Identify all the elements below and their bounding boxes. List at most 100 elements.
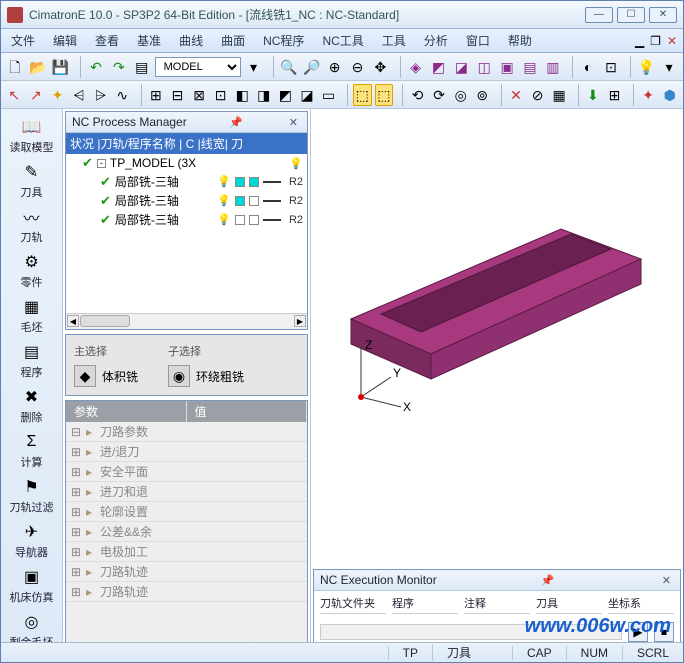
sidebar-item-7[interactable]: Σ计算 xyxy=(1,430,62,472)
menu-datum[interactable]: 基准 xyxy=(133,30,165,51)
tb2-f-icon[interactable]: ◨ xyxy=(255,84,274,106)
menu-tool[interactable]: 工具 xyxy=(378,30,410,51)
expand-icon[interactable]: ⊞ xyxy=(70,525,82,539)
exec-close-icon[interactable]: ✕ xyxy=(659,574,674,587)
model-select[interactable]: MODEL xyxy=(155,57,241,77)
tb-layers-icon[interactable]: ▤ xyxy=(132,56,152,78)
tb-light-icon[interactable]: 💡 xyxy=(636,56,656,78)
sidebar-item-0[interactable]: 📖读取模型 xyxy=(1,115,62,157)
tb2-i-icon[interactable]: ▭ xyxy=(319,84,338,106)
tree-row-1[interactable]: ✔局部铣-三轴💡R2 xyxy=(66,172,307,191)
tb-zoom-out-icon[interactable]: ⊖ xyxy=(348,56,368,78)
expand-icon[interactable]: ⊟ xyxy=(70,425,82,439)
scroll-right-icon[interactable]: ▶ xyxy=(294,315,306,327)
tb2-e-icon[interactable]: ◧ xyxy=(233,84,252,106)
tb2-s-icon[interactable]: ✦ xyxy=(639,84,658,106)
color-swatch-1[interactable] xyxy=(235,215,245,225)
tb2-filter1-icon[interactable]: ⩤ xyxy=(70,84,89,106)
volume-mill-icon[interactable]: ◆ xyxy=(74,365,96,387)
tb2-q-icon[interactable]: ⬇ xyxy=(584,84,603,106)
sidebar-item-3[interactable]: ⚙零件 xyxy=(1,250,62,292)
sidebar-item-4[interactable]: ▦毛坯 xyxy=(1,295,62,337)
tb2-n-icon[interactable]: ✕ xyxy=(507,84,526,106)
param-row-0[interactable]: ⊟▸刀路参数 xyxy=(66,422,307,442)
tb2-d-icon[interactable]: ⊡ xyxy=(211,84,230,106)
mdi-restore-icon[interactable]: ❐ xyxy=(650,34,661,48)
menu-help[interactable]: 帮助 xyxy=(504,30,536,51)
expand-icon[interactable]: ⊞ xyxy=(70,485,82,499)
exec-pin-icon[interactable]: 📌 xyxy=(538,574,558,587)
sidebar-item-9[interactable]: ✈导航器 xyxy=(1,520,62,562)
tb2-filter3-icon[interactable]: ∿ xyxy=(113,84,132,106)
scroll-left-icon[interactable]: ◀ xyxy=(67,315,79,327)
color-swatch-1[interactable] xyxy=(235,177,245,187)
maximize-button[interactable]: ☐ xyxy=(617,7,645,23)
menu-ncprogram[interactable]: NC程序 xyxy=(259,30,308,51)
tb-view-side-icon[interactable]: ◫ xyxy=(474,56,494,78)
sidebar-item-8[interactable]: ⚑刀轨过滤 xyxy=(1,475,62,517)
minimize-button[interactable]: — xyxy=(585,7,613,23)
expand-icon[interactable]: ⊞ xyxy=(70,585,82,599)
tb-save-icon[interactable]: 💾 xyxy=(51,56,71,78)
tb-pan-icon[interactable]: ✥ xyxy=(370,56,390,78)
sidebar-item-5[interactable]: ▤程序 xyxy=(1,340,62,382)
expand-icon[interactable]: ⊞ xyxy=(70,445,82,459)
tb2-b-icon[interactable]: ⊟ xyxy=(168,84,187,106)
menu-analysis[interactable]: 分析 xyxy=(420,30,452,51)
tree-scrollbar[interactable]: ◀ ▶ xyxy=(66,313,307,329)
tb2-j-icon[interactable]: ⟲ xyxy=(408,84,427,106)
tb-view-front-icon[interactable]: ◩ xyxy=(429,56,449,78)
menu-window[interactable]: 窗口 xyxy=(462,30,494,51)
bulb-icon[interactable]: 💡 xyxy=(217,213,231,226)
mdi-close-icon[interactable]: ✕ xyxy=(667,34,677,48)
color-swatch-2[interactable] xyxy=(249,215,259,225)
panel-close-icon[interactable]: ✕ xyxy=(286,116,301,129)
expand-icon[interactable]: ⊞ xyxy=(70,465,82,479)
tb2-r-icon[interactable]: ⊞ xyxy=(605,84,624,106)
tb2-highlight-icon[interactable]: ⬚ xyxy=(353,84,372,106)
tb-redo-icon[interactable]: ↷ xyxy=(109,56,129,78)
sidebar-item-1[interactable]: ✎刀具 xyxy=(1,160,62,202)
tb2-a-icon[interactable]: ⊞ xyxy=(147,84,166,106)
param-row-4[interactable]: ⊞▸轮廓设置 xyxy=(66,502,307,522)
menu-file[interactable]: 文件 xyxy=(7,30,39,51)
tb-view-iso-icon[interactable]: ◈ xyxy=(406,56,426,78)
param-row-5[interactable]: ⊞▸公差&&余 xyxy=(66,522,307,542)
tb-zoom-fit-icon[interactable]: 🔍 xyxy=(279,56,299,78)
tb-wire-icon[interactable]: ⊡ xyxy=(601,56,621,78)
tb2-g-icon[interactable]: ◩ xyxy=(276,84,295,106)
tb2-m-icon[interactable]: ⊚ xyxy=(473,84,492,106)
tb-dropdown-icon[interactable]: ▾ xyxy=(244,56,264,78)
tb-shade-icon[interactable]: ◐ xyxy=(578,56,598,78)
tb-view-right-icon[interactable]: ▥ xyxy=(543,56,563,78)
param-row-6[interactable]: ⊞▸电极加工 xyxy=(66,542,307,562)
expand-icon[interactable]: ⊞ xyxy=(70,505,82,519)
nc-tree[interactable]: 状况 |刀轨/程序名称 | C |线宽| 刀 ✔-TP_MODEL (3X💡✔局… xyxy=(66,133,307,313)
tb2-p-icon[interactable]: ▦ xyxy=(550,84,569,106)
bulb-icon[interactable]: 💡 xyxy=(289,157,303,170)
tb-new-icon[interactable]: 🗋 xyxy=(5,56,25,78)
param-row-8[interactable]: ⊞▸刀路轨迹 xyxy=(66,582,307,602)
tb-undo-icon[interactable]: ↶ xyxy=(86,56,106,78)
param-row-2[interactable]: ⊞▸安全平面 xyxy=(66,462,307,482)
color-swatch-2[interactable] xyxy=(249,196,259,206)
exec-col-note[interactable]: 注释 xyxy=(464,595,530,614)
model-canvas[interactable]: Z Y X xyxy=(311,109,683,567)
scroll-thumb[interactable] xyxy=(80,315,130,327)
tb2-t-icon[interactable]: ⬢ xyxy=(660,84,679,106)
tb-open-icon[interactable]: 📂 xyxy=(28,56,48,78)
menu-curve[interactable]: 曲线 xyxy=(175,30,207,51)
tb2-filter2-icon[interactable]: ⩥ xyxy=(91,84,110,106)
tree-row-2[interactable]: ✔局部铣-三轴💡R2 xyxy=(66,191,307,210)
spiral-rough-icon[interactable]: ◉ xyxy=(168,365,190,387)
tb-zoom-window-icon[interactable]: 🔎 xyxy=(302,56,322,78)
expand-icon[interactable]: ⊞ xyxy=(70,565,82,579)
exec-col-tool[interactable]: 刀具 xyxy=(536,595,602,614)
tb2-pick-icon[interactable]: ↖ xyxy=(5,84,24,106)
tb2-o-icon[interactable]: ⊘ xyxy=(528,84,547,106)
exec-col-program[interactable]: 程序 xyxy=(392,595,458,614)
tb2-h-icon[interactable]: ◪ xyxy=(298,84,317,106)
tb-view-top-icon[interactable]: ◪ xyxy=(451,56,471,78)
tb-drop-icon[interactable]: ▾ xyxy=(659,56,679,78)
tb-zoom-in-icon[interactable]: ⊕ xyxy=(325,56,345,78)
